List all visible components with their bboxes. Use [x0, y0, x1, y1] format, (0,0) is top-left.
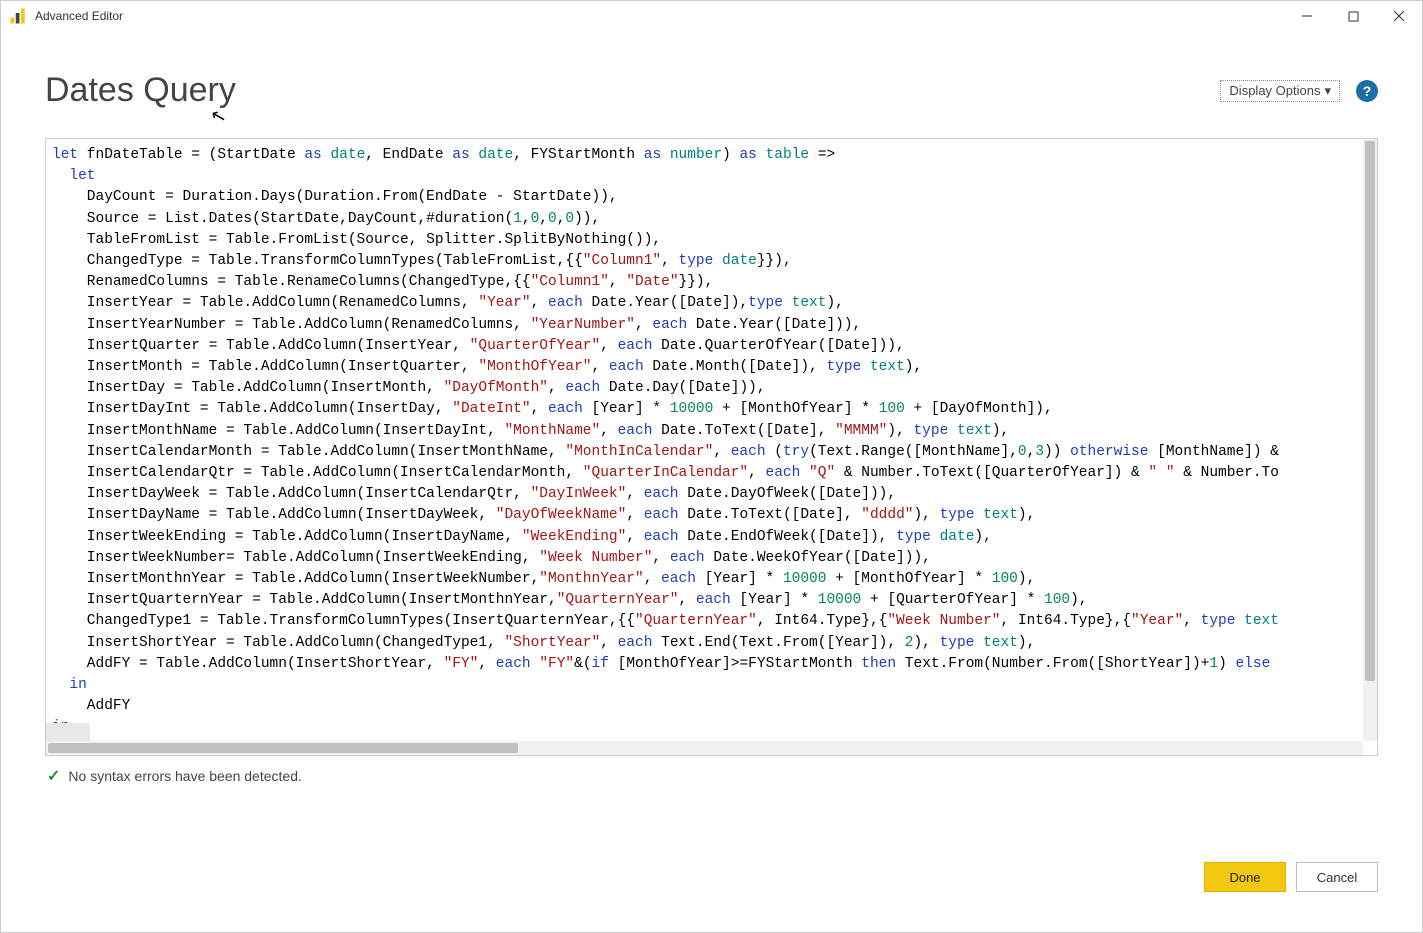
app-logo-icon: [9, 7, 27, 25]
maximize-button[interactable]: [1330, 1, 1376, 31]
horizontal-scrollbar[interactable]: [46, 741, 1363, 755]
code-text[interactable]: let fnDateTable = (StartDate as date, En…: [52, 145, 1363, 741]
window-title: Advanced Editor: [35, 9, 123, 23]
horizontal-scroll-thumb[interactable]: [48, 743, 518, 753]
gutter-shade: [46, 723, 90, 741]
footer-buttons: Done Cancel: [1204, 862, 1378, 892]
chevron-down-icon: ▾: [1324, 83, 1331, 99]
page-title: Dates Query: [45, 71, 236, 110]
close-button[interactable]: [1376, 1, 1422, 31]
titlebar: Advanced Editor: [1, 1, 1422, 31]
display-options-label: Display Options: [1229, 83, 1320, 98]
done-button[interactable]: Done: [1204, 862, 1286, 892]
vertical-scrollbar[interactable]: [1363, 139, 1377, 741]
minimize-button[interactable]: [1284, 1, 1330, 31]
cancel-button[interactable]: Cancel: [1296, 862, 1378, 892]
window-controls: [1284, 1, 1422, 31]
help-icon[interactable]: ?: [1356, 80, 1378, 102]
vertical-scroll-thumb[interactable]: [1365, 141, 1375, 681]
code-editor[interactable]: let fnDateTable = (StartDate as date, En…: [45, 138, 1378, 756]
status-bar: ✓ No syntax errors have been detected.: [45, 756, 1378, 796]
status-message: No syntax errors have been detected.: [68, 768, 301, 784]
display-options-dropdown[interactable]: Display Options ▾: [1220, 80, 1340, 102]
check-icon: ✓: [47, 766, 60, 786]
